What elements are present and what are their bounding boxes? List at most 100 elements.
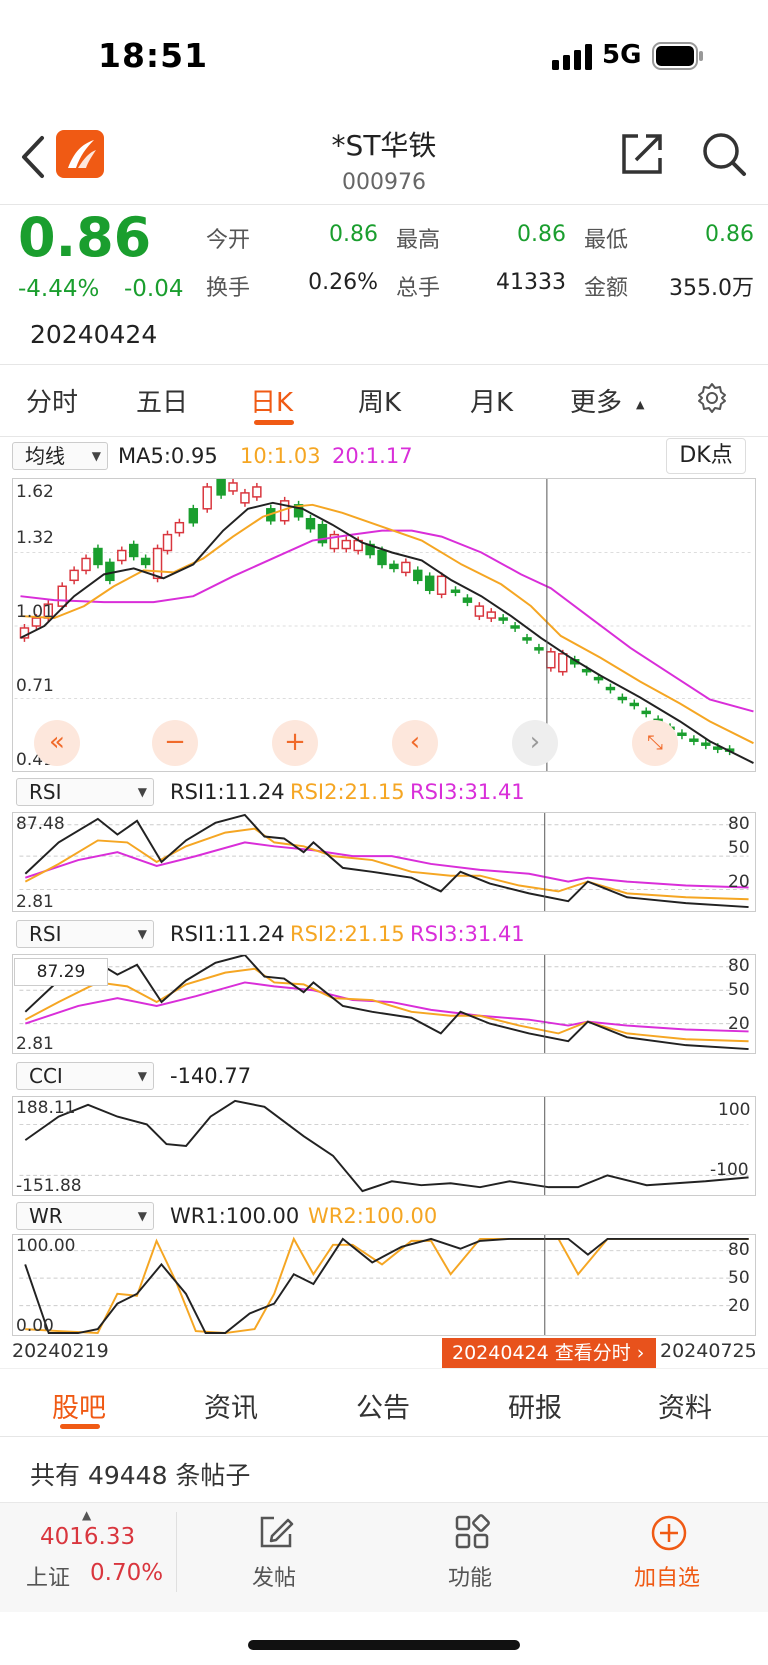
index-value[interactable]: 4016.33 [40,1524,135,1550]
rsi2-value: RSI2:21.15 [290,922,405,946]
rewind-icon[interactable]: « [34,720,80,766]
candle-body [413,569,423,582]
candle-body [341,539,351,550]
dropdown-arrow-icon: ▼ [137,1209,147,1223]
candle-body [401,561,411,574]
add-watchlist-icon[interactable] [650,1514,688,1552]
rsi1-value: RSI1:11.24 [170,780,285,804]
rsi3-value: RSI3:31.41 [410,922,525,946]
select-label: CCI [29,1064,63,1088]
tab-five-day[interactable]: 五日 [136,382,188,419]
tab-research[interactable]: 研报 [508,1386,562,1425]
post-button-label[interactable]: 发帖 [252,1560,296,1592]
tab-forum[interactable]: 股吧 [52,1386,106,1425]
candle-body [424,575,435,591]
active-tab-underline [254,420,294,425]
x-axis-start: 20240219 [12,1340,109,1362]
rsi3-value: RSI3:31.41 [410,780,525,804]
more-caret-icon: ▲ [636,398,645,411]
candle-body [534,647,544,651]
indicator-select-ma[interactable]: 均线 ▼ [12,442,108,470]
candle-body [677,732,687,736]
zoom-out-icon[interactable]: − [152,720,198,766]
tab-intraday[interactable]: 分时 [26,382,78,419]
signal-icon [552,44,592,70]
wr-min: 0.00 [16,1316,54,1336]
candle-body [701,742,711,746]
candle-body [486,611,496,619]
low-label: 最低 [584,228,629,253]
tab-more[interactable]: 更多 [570,382,622,419]
tab-monthly-k[interactable]: 月K [470,382,513,419]
candle-body [216,479,226,496]
last-price: 0.86 [18,206,152,269]
candle-body [69,569,79,582]
gear-icon[interactable] [696,382,728,414]
candle-body [117,549,127,562]
rsi1-max: 87.48 [16,814,65,834]
cci-min: -151.88 [16,1176,82,1196]
candle-body [128,543,139,558]
tab-weekly-k[interactable]: 周K [358,382,401,419]
divider [0,364,768,365]
dk-point-button[interactable]: DK点 [666,438,746,474]
divider [0,436,768,437]
ma20-value: 20:1.17 [332,444,413,468]
rsi1-level: 50 [728,838,750,858]
candle-body [629,702,640,707]
rsi1-min: 2.81 [16,892,54,912]
select-label: WR [29,1204,63,1228]
rsi2-max: 87.29 [14,958,108,986]
candle-body [450,589,461,593]
next-icon[interactable]: › [512,720,558,766]
indicator-select-cci[interactable]: CCI ▼ [16,1062,154,1090]
prev-icon[interactable]: ‹ [392,720,438,766]
rsi2-level: 20 [728,1014,750,1034]
functions-icon[interactable] [454,1514,490,1550]
active-tab-underline [60,1424,100,1429]
candle-body [202,486,212,510]
candle-body [240,492,250,504]
candle-body [546,651,556,669]
indicator-select-wr[interactable]: WR ▼ [16,1202,154,1230]
cci-value: -140.77 [170,1064,252,1088]
candle-body [474,605,485,617]
candle-body [174,521,185,534]
view-intraday-button[interactable]: 20240424 查看分时 › [442,1338,656,1368]
ma10-value: 10:1.03 [240,444,321,468]
indicator-select-rsi[interactable]: RSI ▼ [16,778,154,806]
quote-date: 20240424 [30,320,158,349]
candle-body [188,508,199,524]
select-label: RSI [29,922,62,946]
candle-body [689,738,699,742]
cci-max: 188.11 [16,1098,76,1118]
dropdown-arrow-icon: ▼ [137,785,147,799]
divider [0,204,768,205]
candle-body [436,575,447,595]
functions-label[interactable]: 功能 [448,1560,492,1592]
index-change: 0.70% [90,1560,164,1586]
x-axis-end: 20240725 [660,1340,757,1362]
tab-announcements[interactable]: 公告 [356,1386,410,1425]
indicator-select-rsi[interactable]: RSI ▼ [16,920,154,948]
candle-body [389,563,399,570]
candle-body [641,710,651,715]
tab-news[interactable]: 资讯 [204,1386,258,1425]
stock-name: *ST华铁 [331,129,437,162]
zoom-in-icon[interactable]: + [272,720,318,766]
candle-body [252,486,262,498]
rsi-chart-1 [12,812,756,912]
add-watchlist-label[interactable]: 加自选 [634,1560,700,1592]
edit-icon[interactable] [258,1514,294,1550]
tab-daily-k[interactable]: 日K [250,382,293,419]
y-label: 1.01 [16,602,54,622]
home-indicator [248,1640,520,1650]
fullscreen-icon[interactable]: ⤡ [632,720,678,766]
candle-body [510,625,520,629]
tab-profile[interactable]: 资料 [658,1386,712,1425]
candle-body [81,557,91,572]
candle-body [93,547,103,566]
candle-body [162,533,173,552]
cci-level: -100 [710,1160,749,1180]
candle-body [522,637,532,641]
